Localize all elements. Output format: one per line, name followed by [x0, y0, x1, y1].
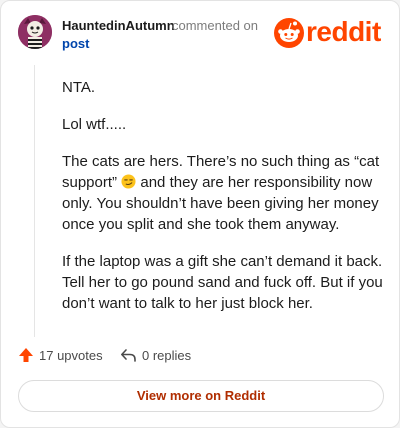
avatar-image	[18, 15, 52, 49]
reply-button[interactable]: 0 replies	[120, 345, 210, 365]
comment-embed-card: HauntedinAutumn commented on post reddit…	[0, 0, 400, 428]
comment-paragraph: NTA.	[62, 79, 96, 96]
smirk-emoji-icon	[121, 174, 136, 189]
comment-paragraph: If the laptop was a gift she can’t deman…	[62, 253, 383, 312]
upvote-arrow-icon	[19, 348, 33, 362]
reply-arrow-icon	[121, 349, 136, 362]
commented-on-text: commented on	[172, 18, 258, 33]
reddit-wordmark: reddit	[306, 16, 381, 47]
avatar[interactable]	[18, 15, 52, 49]
comment-body: NTA. Lol wtf..... The cats are hers. The…	[62, 77, 392, 330]
upvote-count: 17 upvotes	[39, 348, 103, 363]
upvote-button[interactable]: 17 upvotes	[18, 345, 108, 365]
reddit-logo[interactable]: reddit	[274, 15, 386, 53]
post-link[interactable]: post	[62, 36, 89, 51]
thread-line	[34, 65, 35, 337]
view-more-on-reddit-button[interactable]: View more on Reddit	[18, 380, 384, 412]
reddit-snoo-icon	[274, 18, 304, 48]
comment-author[interactable]: HauntedinAutumn	[62, 18, 175, 33]
comment-paragraph: The cats are hers. There’s no such thing…	[62, 151, 392, 235]
comment-paragraph: Lol wtf.....	[62, 116, 127, 133]
reply-count: 0 replies	[142, 348, 192, 363]
